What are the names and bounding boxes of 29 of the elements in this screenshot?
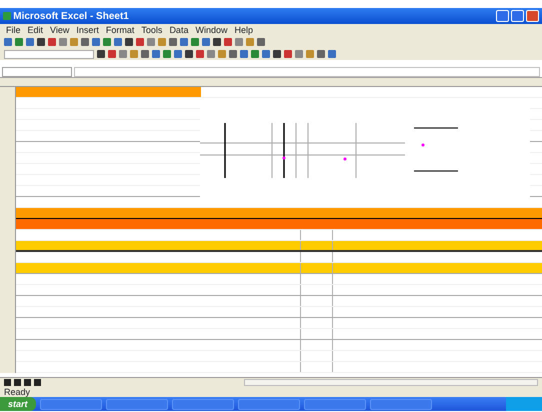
formula-field[interactable] (74, 66, 540, 76)
menu-item[interactable]: Data (169, 24, 188, 36)
menu-item[interactable]: Tools (141, 24, 162, 36)
app-icon (3, 12, 11, 20)
menu-item[interactable]: Window (195, 24, 228, 36)
name-box[interactable] (2, 66, 72, 76)
taskbar-button[interactable] (106, 398, 168, 410)
taskbar-button[interactable] (172, 398, 234, 410)
horizontal-scrollbar[interactable] (244, 379, 538, 386)
close-button[interactable] (526, 10, 539, 22)
taskbar-button[interactable] (40, 398, 102, 410)
system-tray (506, 397, 542, 411)
taskbar-button[interactable] (238, 398, 300, 410)
menu-item[interactable]: Edit (28, 24, 44, 36)
start-button[interactable]: start (0, 397, 36, 411)
menu-item[interactable]: Insert (76, 24, 99, 36)
row-header (0, 87, 16, 98)
font-field[interactable] (4, 50, 94, 58)
menu-item[interactable]: View (50, 24, 70, 36)
maximize-button[interactable] (510, 10, 524, 22)
status-text: Ready (4, 387, 30, 397)
taskbar-button[interactable] (304, 398, 366, 410)
menu-item[interactable]: Format (106, 24, 134, 36)
menu-item[interactable]: Help (234, 24, 253, 36)
taskbar-button[interactable] (370, 398, 432, 410)
minimize-button[interactable] (496, 10, 508, 22)
menu-item[interactable]: File (6, 24, 21, 36)
window-title: Microsoft Excel - Sheet1 (13, 10, 129, 24)
row-header (0, 362, 16, 373)
